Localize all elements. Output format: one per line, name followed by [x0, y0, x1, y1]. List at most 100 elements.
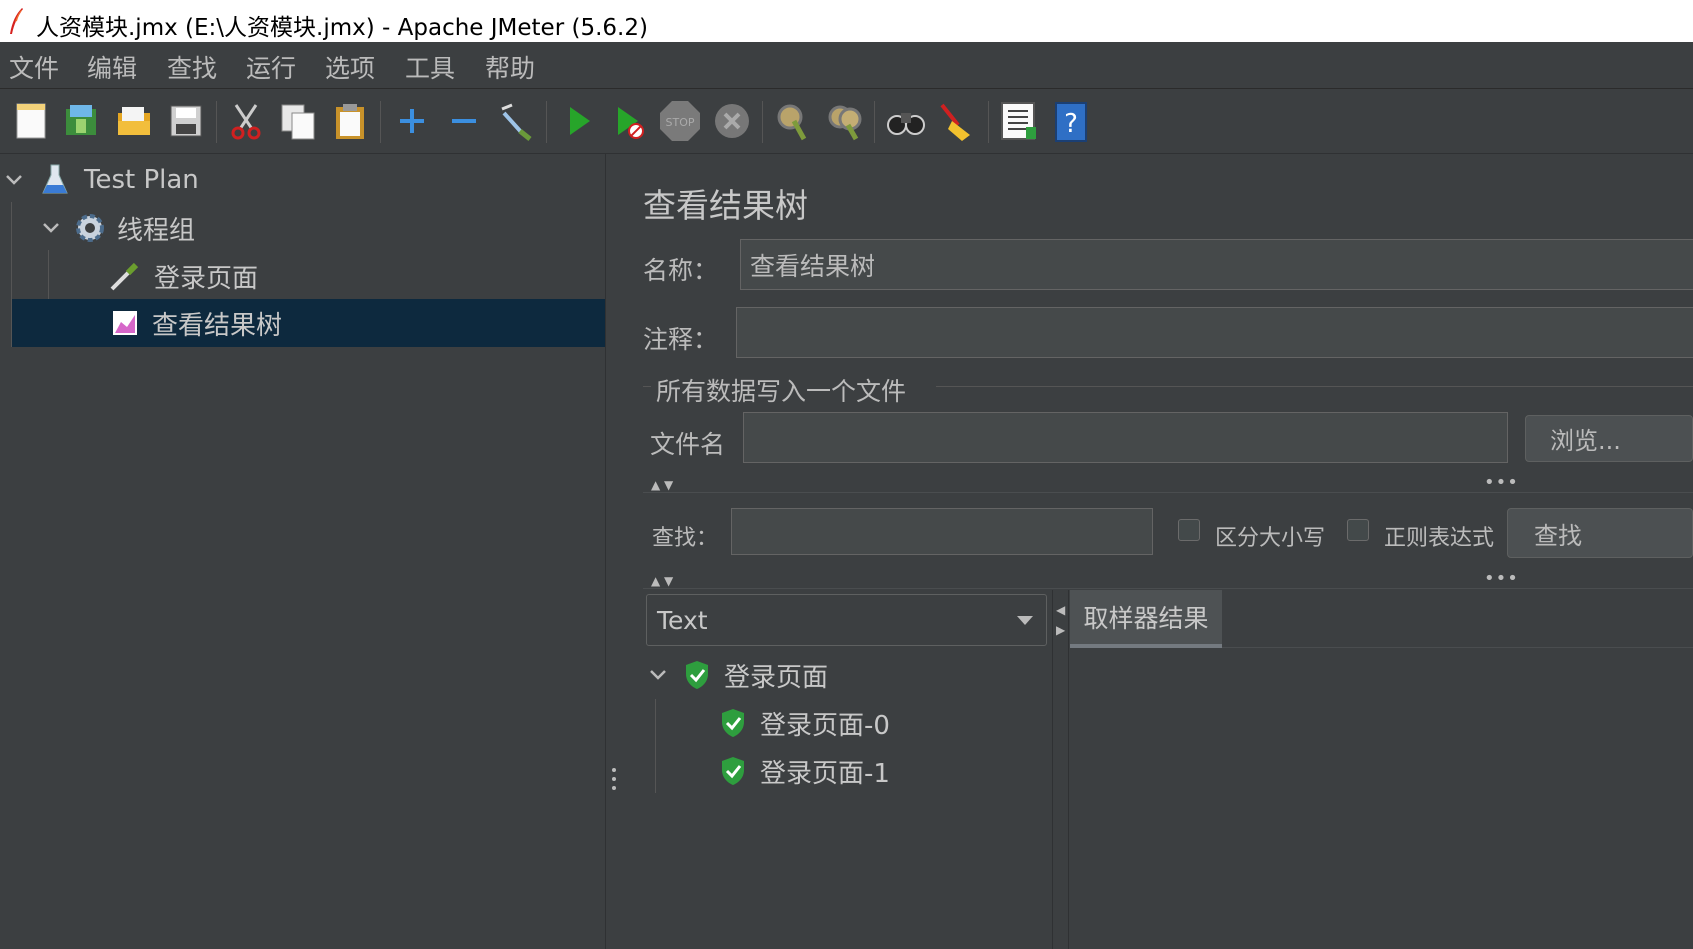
result-label: 登录页面-0: [760, 710, 890, 741]
tab-sampler-result[interactable]: 取样器结果: [1070, 590, 1222, 648]
file-section-title: 所有数据写入一个文件: [656, 377, 907, 406]
start-icon[interactable]: [556, 99, 600, 143]
menu-search[interactable]: 查找: [167, 49, 217, 85]
toggle-icon[interactable]: [494, 99, 538, 143]
menu-options[interactable]: 选项: [325, 49, 375, 85]
result-row-2[interactable]: 登录页面-1: [646, 748, 1046, 794]
clear-all-icon[interactable]: [822, 99, 866, 143]
browse-button[interactable]: 浏览...: [1525, 415, 1693, 462]
tree-label-sampler: 登录页面: [154, 263, 259, 294]
toolbar-separator: [874, 101, 875, 143]
svg-text:?: ?: [1064, 109, 1078, 139]
tree-node-sampler[interactable]: 登录页面: [0, 252, 605, 300]
save-icon[interactable]: [164, 99, 208, 143]
divider-collapse-arrows[interactable]: ▲ ▼: [651, 574, 673, 588]
name-field-value: 查看结果树: [750, 251, 876, 281]
expand-icon[interactable]: [390, 99, 434, 143]
divider-line: [643, 492, 1693, 493]
toolbar-separator: [216, 101, 217, 143]
success-shield-icon: [686, 661, 708, 689]
result-row-0[interactable]: 登录页面: [646, 652, 1046, 698]
results-split-divider: [1068, 590, 1069, 949]
search-field[interactable]: [731, 508, 1153, 555]
tree-label-listener: 查看结果树: [152, 310, 283, 341]
divider-collapse-arrows[interactable]: ▲ ▼: [651, 478, 673, 492]
title-bar: 人资模块.jmx (E:\人资模块.jmx) - Apache JMeter (…: [0, 0, 1693, 42]
divider-line: [643, 588, 1693, 589]
view-results-tree-panel: 查看结果树 名称： 查看结果树 注释： 所有数据写入一个文件 文件名 浏览...…: [624, 154, 1693, 949]
success-shield-icon: [722, 757, 744, 785]
menu-help[interactable]: 帮助: [485, 49, 535, 85]
window-title: 人资模块.jmx (E:\人资模块.jmx) - Apache JMeter (…: [36, 15, 648, 41]
menu-bar: 文件 编辑 查找 运行 选项 工具 帮助: [0, 42, 1693, 89]
tree-label-test-plan: Test Plan: [84, 165, 199, 195]
test-plan-tree: Test Plan 线程组 登录页面 查看结果树: [0, 154, 605, 949]
renderer-select[interactable]: Text: [646, 594, 1047, 646]
case-sensitive-checkbox[interactable]: [1178, 519, 1200, 541]
name-field[interactable]: 查看结果树: [740, 239, 1693, 290]
splitter-grip-dot: [612, 777, 616, 781]
copy-icon[interactable]: [276, 99, 320, 143]
start-no-pause-icon[interactable]: [606, 99, 650, 143]
function-helper-icon[interactable]: [996, 99, 1040, 143]
tree-node-listener-selected[interactable]: 查看结果树: [12, 299, 605, 347]
toolbar: STOP ?: [0, 89, 1693, 154]
find-button[interactable]: 查找: [1507, 508, 1693, 558]
result-label: 登录页面: [724, 662, 829, 693]
paste-icon[interactable]: [328, 99, 372, 143]
chevron-down-icon[interactable]: [41, 218, 61, 238]
chevron-down-icon[interactable]: [648, 665, 668, 685]
renderer-select-value: Text: [657, 605, 708, 635]
toolbar-separator: [762, 101, 763, 143]
tree-label-thread-group: 线程组: [117, 215, 196, 246]
gear-icon: [76, 214, 104, 242]
comment-field[interactable]: [736, 307, 1693, 358]
tree-node-test-plan[interactable]: Test Plan: [0, 156, 605, 204]
graph-listener-icon: [113, 311, 137, 335]
menu-edit[interactable]: 编辑: [87, 49, 137, 85]
panel-heading: 查看结果树: [643, 186, 808, 225]
comment-label: 注释：: [643, 325, 719, 354]
section-border: [936, 386, 1693, 387]
splitter-grip-dot: [612, 768, 616, 772]
menu-file[interactable]: 文件: [9, 49, 59, 85]
divider-more-dots[interactable]: •••: [1484, 568, 1519, 589]
test-plan-flask-icon: [42, 164, 68, 194]
pipette-icon: [110, 262, 139, 291]
tab-strip-line: [1222, 647, 1693, 648]
search-icon[interactable]: [884, 99, 928, 143]
shutdown-icon[interactable]: [710, 99, 754, 143]
help-icon[interactable]: ?: [1048, 99, 1092, 143]
open-icon[interactable]: [112, 99, 156, 143]
svg-text:STOP: STOP: [666, 116, 695, 129]
collapse-icon[interactable]: [442, 99, 486, 143]
new-icon[interactable]: [10, 99, 54, 143]
cut-icon[interactable]: [224, 99, 268, 143]
clear-icon[interactable]: [770, 99, 814, 143]
case-sensitive-label: 区分大小写: [1215, 526, 1326, 551]
toolbar-separator: [380, 101, 381, 143]
result-row-1[interactable]: 登录页面-0: [646, 700, 1046, 746]
split-pane-divider[interactable]: [605, 154, 625, 949]
toolbar-separator: [546, 101, 547, 143]
menu-tools[interactable]: 工具: [405, 49, 455, 85]
results-split-divider[interactable]: [1052, 590, 1053, 949]
chevron-down-icon: [1017, 616, 1033, 625]
split-arrows-icon[interactable]: ◀ ▶: [1056, 600, 1065, 640]
filename-label: 文件名: [650, 430, 726, 459]
regex-label: 正则表达式: [1384, 526, 1495, 551]
regex-checkbox[interactable]: [1347, 519, 1369, 541]
reset-search-icon[interactable]: [934, 99, 978, 143]
splitter-grip-dot: [612, 786, 616, 790]
jmeter-feather-icon: [10, 8, 23, 34]
search-label: 查找：: [652, 526, 719, 551]
tree-node-thread-group[interactable]: 线程组: [0, 204, 605, 252]
menu-run[interactable]: 运行: [246, 49, 296, 85]
chevron-down-icon[interactable]: [4, 170, 24, 190]
filename-field[interactable]: [743, 412, 1508, 463]
templates-icon[interactable]: [60, 99, 104, 143]
toolbar-separator: [988, 101, 989, 143]
section-border: [643, 386, 651, 387]
divider-more-dots[interactable]: •••: [1484, 472, 1519, 493]
stop-icon[interactable]: STOP: [658, 99, 702, 143]
